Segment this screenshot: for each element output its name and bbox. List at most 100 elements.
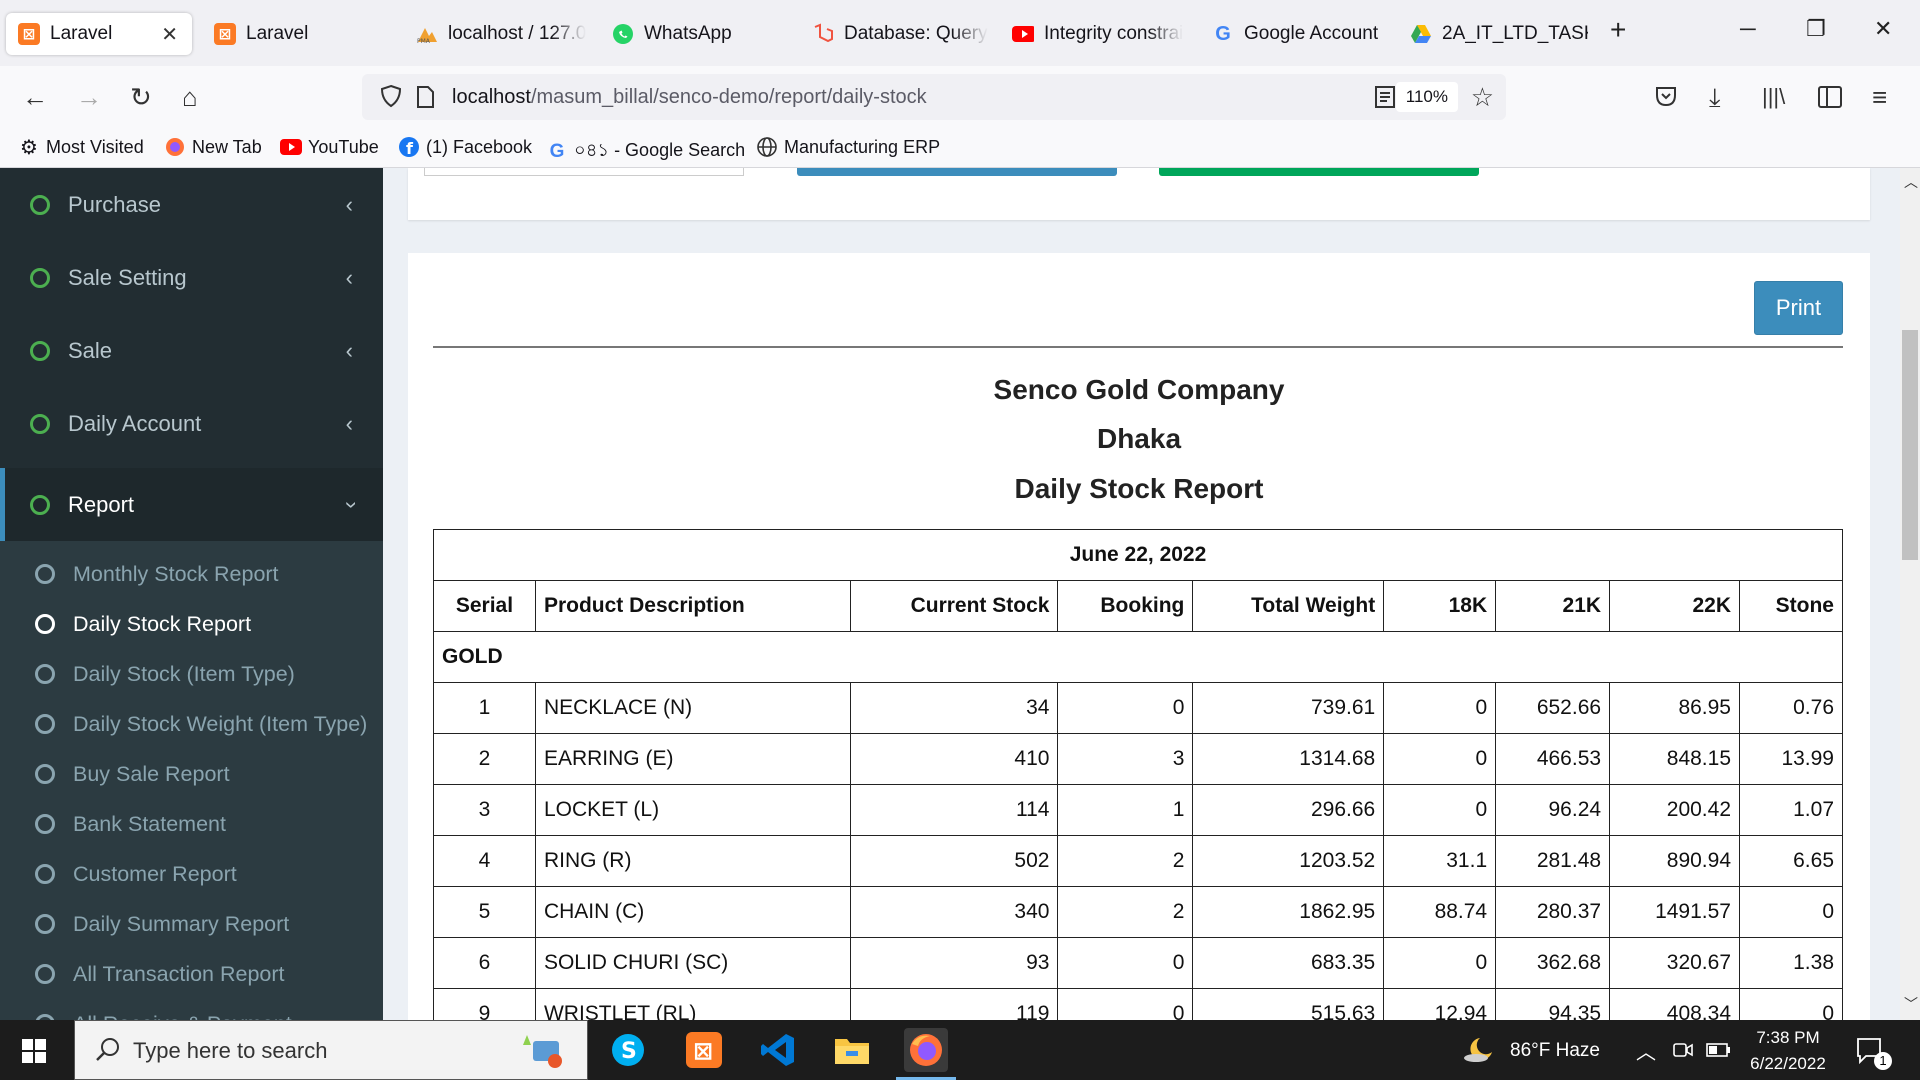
sidebar-item-report[interactable]: Report ‹ xyxy=(0,468,383,541)
weather-icon[interactable] xyxy=(1462,1034,1496,1069)
svg-text:PMA: PMA xyxy=(417,38,431,44)
skype-icon[interactable]: S xyxy=(606,1028,650,1072)
bookmark-manufacturing-erp[interactable]: Manufacturing ERP xyxy=(756,136,940,158)
file-explorer-icon[interactable] xyxy=(830,1028,874,1072)
battery-icon[interactable] xyxy=(1706,1042,1732,1063)
circle-icon xyxy=(30,194,50,215)
reader-view-icon[interactable] xyxy=(1374,85,1396,114)
submenu-all-receive-payment[interactable]: All Receive & Payment xyxy=(0,999,383,1020)
url-text[interactable]: localhost/masum_billal/senco-demo/report… xyxy=(452,86,927,109)
bookmark-google-search[interactable]: G ০৪১ - Google Search xyxy=(546,136,746,167)
forward-icon[interactable]: → xyxy=(76,82,102,113)
chevron-left-icon: ‹ xyxy=(345,337,353,363)
cell-current-stock: 119 xyxy=(849,988,1059,1020)
cell-22k: 200.42 xyxy=(1609,784,1740,836)
clock-time[interactable]: 7:38 PM xyxy=(1746,1028,1830,1048)
tab-youtube[interactable]: Integrity constrai xyxy=(1000,12,1190,56)
taskbar-search-box[interactable]: Type here to search xyxy=(74,1020,588,1080)
bookmark-label: Most Visited xyxy=(46,136,144,157)
tray-chevron-up-icon[interactable]: ︿ xyxy=(1636,1036,1656,1065)
zoom-indicator[interactable]: 110% xyxy=(1395,82,1458,112)
chevron-left-icon: ‹ xyxy=(345,264,353,290)
submenu-daily-stock-item-type[interactable]: Daily Stock (Item Type) xyxy=(0,649,383,699)
tab-task[interactable]: 2A_IT_LTD_TASK xyxy=(1398,12,1588,56)
sidebar-item-label: Sale xyxy=(68,337,113,363)
date-input[interactable] xyxy=(424,168,744,176)
cell-current-stock: 93 xyxy=(849,937,1059,989)
column-header-total-weight: Total Weight xyxy=(1192,580,1385,632)
tab-phpmyadmin[interactable]: PMA localhost / 127.0 xyxy=(404,12,588,56)
tab-google-account[interactable]: G Google Account xyxy=(1200,12,1390,56)
submenu-customer-report[interactable]: Customer Report xyxy=(0,849,383,899)
cell-21k: 280.37 xyxy=(1495,886,1611,938)
page-icon[interactable] xyxy=(416,86,434,113)
weather-text[interactable]: 86°F Haze xyxy=(1510,1040,1600,1062)
sidebar-item-sale-setting[interactable]: Sale Setting ‹ xyxy=(0,241,383,314)
bookmark-new-tab[interactable]: New Tab xyxy=(164,136,262,158)
bookmark-facebook[interactable]: f (1) Facebook xyxy=(398,136,532,158)
windows-start-icon[interactable] xyxy=(22,1039,46,1068)
submenu-daily-stock-report[interactable]: Daily Stock Report xyxy=(0,599,383,649)
cell-serial: 4 xyxy=(433,835,536,887)
sidebar-item-daily-account[interactable]: Daily Account ‹ xyxy=(0,387,383,460)
sidebar-toggle-icon[interactable] xyxy=(1818,86,1842,113)
column-header-22k: 22K xyxy=(1609,580,1740,632)
submenu-bank-statement[interactable]: Bank Statement xyxy=(0,799,383,849)
submenu-monthly-stock-report[interactable]: Monthly Stock Report xyxy=(0,549,383,599)
cell-current-stock: 410 xyxy=(849,733,1059,785)
submenu-daily-summary-report[interactable]: Daily Summary Report xyxy=(0,899,383,949)
tab-laravel-active[interactable]: ⊠ Laravel ✕ xyxy=(6,13,192,55)
report-date: June 22, 2022 xyxy=(433,529,1843,581)
column-header-booking: Booking xyxy=(1057,580,1194,632)
home-icon[interactable]: ⌂ xyxy=(182,82,198,113)
xampp-app-icon[interactable]: ⊠ xyxy=(682,1028,726,1072)
new-tab-icon[interactable]: + xyxy=(1610,14,1626,46)
print-button[interactable]: Print xyxy=(1754,281,1843,335)
cell-stone: 1.38 xyxy=(1739,937,1843,989)
xampp-icon: ⊠ xyxy=(18,23,40,45)
shield-icon[interactable] xyxy=(380,84,402,113)
cell-stone: 6.65 xyxy=(1739,835,1843,887)
scroll-thumb[interactable] xyxy=(1902,330,1918,560)
minimize-icon[interactable]: ─ xyxy=(1740,16,1756,42)
circle-icon xyxy=(30,267,50,288)
firefox-taskbar-icon[interactable] xyxy=(904,1028,948,1072)
vscode-icon[interactable] xyxy=(756,1028,800,1072)
search-button[interactable] xyxy=(797,168,1117,176)
submenu-daily-stock-weight[interactable]: Daily Stock Weight (Item Type) xyxy=(0,699,383,749)
window-close-icon[interactable]: ✕ xyxy=(1874,16,1892,42)
cell-booking: 0 xyxy=(1057,937,1194,989)
library-icon[interactable]: |||\ xyxy=(1762,84,1785,110)
meet-now-icon[interactable] xyxy=(1672,1040,1694,1065)
star-icon[interactable]: ☆ xyxy=(1471,82,1494,113)
bookmark-most-visited[interactable]: ⚙ Most Visited xyxy=(18,136,144,159)
downloads-icon[interactable]: ⤓ xyxy=(1709,82,1721,114)
scroll-up-icon[interactable]: ︿ xyxy=(1904,172,1918,192)
table-row: 4 RING (R) 502 2 1203.52 31.1 281.48 890… xyxy=(433,835,1843,887)
sidebar-item-label: Report xyxy=(68,491,135,517)
tab-laravel[interactable]: ⊠ Laravel xyxy=(202,12,382,56)
submenu-buy-sale-report[interactable]: Buy Sale Report xyxy=(0,749,383,799)
sidebar-item-sale[interactable]: Sale ‹ xyxy=(0,314,383,387)
tab-whatsapp[interactable]: WhatsApp xyxy=(600,12,780,56)
restore-icon[interactable]: ❐ xyxy=(1806,16,1826,42)
column-header-description: Product Description xyxy=(534,580,851,632)
clock-date[interactable]: 6/22/2022 xyxy=(1742,1054,1834,1074)
cell-serial: 6 xyxy=(433,937,536,989)
page-scrollbar[interactable]: ︿ ﹀ xyxy=(1900,168,1920,1020)
back-icon[interactable]: ← xyxy=(22,82,48,113)
tab-database-query[interactable]: Database: Query xyxy=(800,12,990,56)
menu-icon[interactable]: ≡ xyxy=(1872,82,1887,113)
submit-button[interactable] xyxy=(1159,168,1479,176)
sidebar-item-purchase[interactable]: Purchase ‹ xyxy=(0,168,383,241)
submenu-all-transaction-report[interactable]: All Transaction Report xyxy=(0,949,383,999)
bookmark-youtube[interactable]: YouTube xyxy=(280,136,379,158)
url-bar[interactable]: localhost/masum_billal/senco-demo/report… xyxy=(362,74,1506,120)
reload-icon[interactable]: ↻ xyxy=(130,82,152,113)
pocket-icon[interactable] xyxy=(1654,84,1678,113)
submenu-label: Daily Summary Report xyxy=(73,911,290,936)
close-icon[interactable]: ✕ xyxy=(161,22,178,47)
main-content: Print Senco Gold Company Dhaka Daily Sto… xyxy=(383,168,1900,1020)
youtube-icon xyxy=(1012,23,1034,45)
scroll-down-icon[interactable]: ﹀ xyxy=(1904,994,1918,1014)
